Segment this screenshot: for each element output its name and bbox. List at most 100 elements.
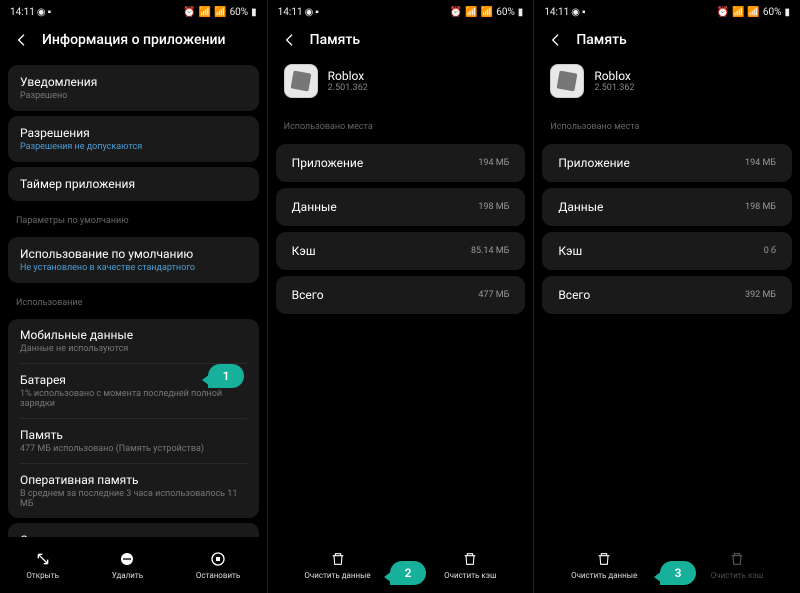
screen-storage-after: 14:11 ◉ ▪ ⏰ 📶 📶 60% ▮ Память Roblox 2.50…	[533, 0, 800, 593]
value: 477 МБ	[478, 290, 509, 300]
row-total-size: Всего 477 МБ	[276, 276, 526, 314]
row-ram[interactable]: Оперативная память В среднем за последни…	[20, 463, 247, 518]
back-icon[interactable]	[14, 32, 30, 48]
open-button[interactable]: Открыть	[26, 551, 59, 580]
section-space-used: Использовано места	[268, 112, 534, 138]
battery-text: 60%	[496, 7, 515, 18]
battery-icon: ▮	[784, 7, 790, 18]
label: Всего	[558, 288, 590, 302]
page-title: Информация о приложении	[42, 32, 225, 48]
status-bar: 14:11 ◉ ▪ ⏰ 📶 📶 60% ▮	[268, 0, 534, 24]
clear-data-button[interactable]: Очистить данные	[571, 551, 637, 580]
label: Данные	[558, 200, 603, 214]
chat-icon: ▪	[582, 7, 586, 18]
trash-cache-icon	[462, 551, 478, 567]
app-version: 2.501.362	[594, 83, 634, 93]
label: Открыть	[26, 571, 59, 580]
row-notifications[interactable]: Уведомления Разрешено	[8, 65, 259, 111]
title-bar: Память	[534, 24, 800, 60]
status-bar: 14:11 ◉ ▪ ⏰ 📶 📶 60% ▮	[534, 0, 800, 24]
row-app-size: Приложение 194 МБ	[276, 144, 526, 182]
callout-marker-3: 3	[660, 561, 696, 585]
facebook-icon: ◉	[571, 7, 580, 18]
clear-cache-button[interactable]: Очистить кэш	[444, 551, 496, 580]
signal-icon: 📶	[732, 7, 744, 18]
sublabel: 477 МБ использовано (Память устройства)	[20, 444, 247, 454]
row-default-use[interactable]: Использование по умолчанию Не установлен…	[8, 237, 259, 283]
signal-icon: 📶	[747, 7, 759, 18]
sublabel: Данные не используются	[20, 344, 247, 354]
callout-marker-1: 1	[208, 364, 244, 388]
label: Разрешения	[20, 126, 247, 140]
row-permissions[interactable]: Разрешения Разрешения не допускаются	[8, 116, 259, 162]
row-app-timer[interactable]: Таймер приложения	[8, 167, 259, 201]
label: Очистить кэш	[444, 571, 496, 580]
section-space-used: Использовано места	[534, 112, 800, 138]
value: 0 б	[764, 246, 776, 256]
label: Данные	[292, 200, 337, 214]
callout-marker-2: 2	[390, 561, 426, 585]
label: Кэш	[292, 244, 316, 258]
app-version: 2.501.362	[328, 83, 368, 93]
minus-circle-icon	[119, 551, 135, 567]
signal-icon: 📶	[465, 7, 477, 18]
status-bar: 14:11 ◉ ▪ ⏰ 📶 📶 60% ▮	[0, 0, 267, 24]
stop-button[interactable]: Остановить	[196, 551, 240, 580]
clear-cache-button: Очистить кэш	[711, 551, 763, 580]
section-usage: Использование	[0, 288, 267, 314]
back-icon[interactable]	[282, 32, 298, 48]
open-icon	[35, 551, 51, 567]
alarm-icon: ⏰	[450, 7, 462, 18]
alarm-icon: ⏰	[183, 7, 195, 18]
label: Использование по умолчанию	[20, 247, 247, 261]
app-icon	[284, 64, 318, 98]
value: 85.14 МБ	[471, 246, 509, 256]
sublabel: 1% использовано с момента последней полн…	[20, 389, 247, 409]
battery-icon: ▮	[251, 7, 257, 18]
label: Приложение	[558, 156, 630, 170]
label: Очистить данные	[304, 571, 370, 580]
screen-app-info: 14:11 ◉ ▪ ⏰ 📶 📶 60% ▮ Информация о прило…	[0, 0, 267, 593]
row-total-size: Всего 392 МБ	[542, 276, 792, 314]
row-app-size: Приложение 194 МБ	[542, 144, 792, 182]
sublabel: В среднем за последние 3 часа использова…	[20, 489, 247, 509]
settings-list[interactable]: Уведомления Разрешено Разрешения Разреше…	[0, 60, 267, 560]
alarm-icon: ⏰	[717, 7, 729, 18]
label: Всего	[292, 288, 324, 302]
bottom-bar: Открыть Удалить Остановить	[0, 537, 267, 593]
clock: 14:11	[10, 7, 35, 18]
sublabel: Не установлено в качестве стандартного	[20, 263, 247, 273]
label: Таймер приложения	[20, 177, 247, 191]
battery-text: 60%	[230, 7, 249, 18]
clear-data-button[interactable]: Очистить данные	[304, 551, 370, 580]
uninstall-button[interactable]: Удалить	[112, 551, 143, 580]
back-icon[interactable]	[548, 32, 564, 48]
row-storage[interactable]: Память 477 МБ использовано (Память устро…	[20, 418, 247, 463]
label: Очистить данные	[571, 571, 637, 580]
stop-icon	[210, 551, 226, 567]
value: 392 МБ	[745, 290, 776, 300]
value: 198 МБ	[745, 202, 776, 212]
label: Приложение	[292, 156, 364, 170]
app-name: Roblox	[328, 69, 368, 83]
battery-text: 60%	[763, 7, 782, 18]
trash-data-icon	[330, 551, 346, 567]
chat-icon: ▪	[315, 7, 319, 18]
clock: 14:11	[544, 7, 569, 18]
section-defaults: Параметры по умолчанию	[0, 206, 267, 232]
label: Остановить	[196, 571, 240, 580]
trash-data-icon	[596, 551, 612, 567]
signal-icon: 📶	[199, 7, 211, 18]
row-cache-size: Кэш 85.14 МБ	[276, 232, 526, 270]
sublabel: Разрешено	[20, 91, 247, 101]
signal-icon: 📶	[214, 7, 226, 18]
signal-icon: 📶	[481, 7, 493, 18]
label: Удалить	[112, 571, 143, 580]
label: Мобильные данные	[20, 328, 247, 342]
facebook-icon: ◉	[305, 7, 314, 18]
row-mobile-data[interactable]: Мобильные данные Данные не используются	[20, 319, 247, 363]
chat-icon: ▪	[48, 7, 52, 18]
battery-icon: ▮	[518, 7, 524, 18]
facebook-icon: ◉	[37, 7, 46, 18]
app-name: Roblox	[594, 69, 634, 83]
